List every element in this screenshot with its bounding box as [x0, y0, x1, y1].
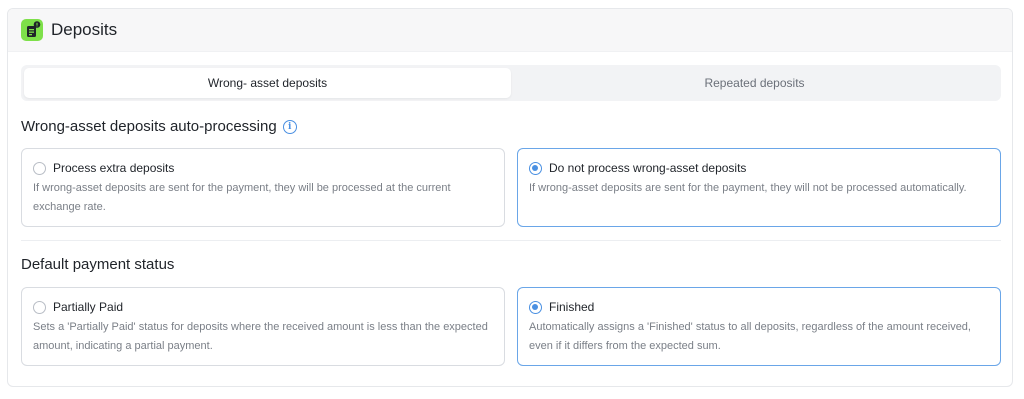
option-description: If wrong-asset deposits are sent for the…	[529, 182, 967, 194]
section-title-text: Wrong-asset deposits auto-processing	[21, 118, 277, 135]
info-icon[interactable]: i	[282, 119, 297, 134]
option-description: Automatically assigns a 'Finished' statu…	[529, 321, 971, 352]
option-description: Sets a 'Partially Paid' status for depos…	[33, 321, 488, 352]
option-label: Process extra deposits	[53, 161, 175, 175]
panel-header: Deposits	[8, 9, 1012, 52]
option-process-extra-deposits[interactable]: Process extra deposits If wrong-asset de…	[21, 148, 505, 227]
option-label: Do not process wrong-asset deposits	[549, 161, 747, 175]
section-title-wrong-asset: Wrong-asset deposits auto-processing i	[21, 118, 297, 135]
option-description: If wrong-asset deposits are sent for the…	[33, 182, 451, 213]
option-label: Partially Paid	[53, 300, 124, 314]
document-alert-icon	[21, 19, 43, 41]
radio-button[interactable]	[33, 161, 46, 175]
option-finished[interactable]: Finished Automatically assigns a 'Finish…	[517, 287, 1001, 366]
deposits-panel: Deposits Wrong- asset deposits Repeated …	[7, 8, 1013, 387]
page-title: Deposits	[51, 20, 118, 39]
section-divider	[21, 240, 1001, 241]
tab-repeated-deposits[interactable]: Repeated deposits	[511, 68, 998, 98]
option-label: Finished	[549, 300, 595, 314]
tab-wrong-asset-deposits[interactable]: Wrong- asset deposits	[24, 68, 511, 98]
option-do-not-process[interactable]: Do not process wrong-asset deposits If w…	[517, 148, 1001, 227]
section-title-text: Default payment status	[21, 256, 175, 273]
tab-bar: Wrong- asset deposits Repeated deposits	[21, 65, 1001, 101]
radio-button-selected[interactable]	[529, 300, 542, 314]
option-partially-paid[interactable]: Partially Paid Sets a 'Partially Paid' s…	[21, 287, 505, 366]
section-title-default-status: Default payment status	[21, 256, 174, 273]
radio-button-selected[interactable]	[529, 161, 542, 175]
radio-button[interactable]	[33, 300, 46, 314]
